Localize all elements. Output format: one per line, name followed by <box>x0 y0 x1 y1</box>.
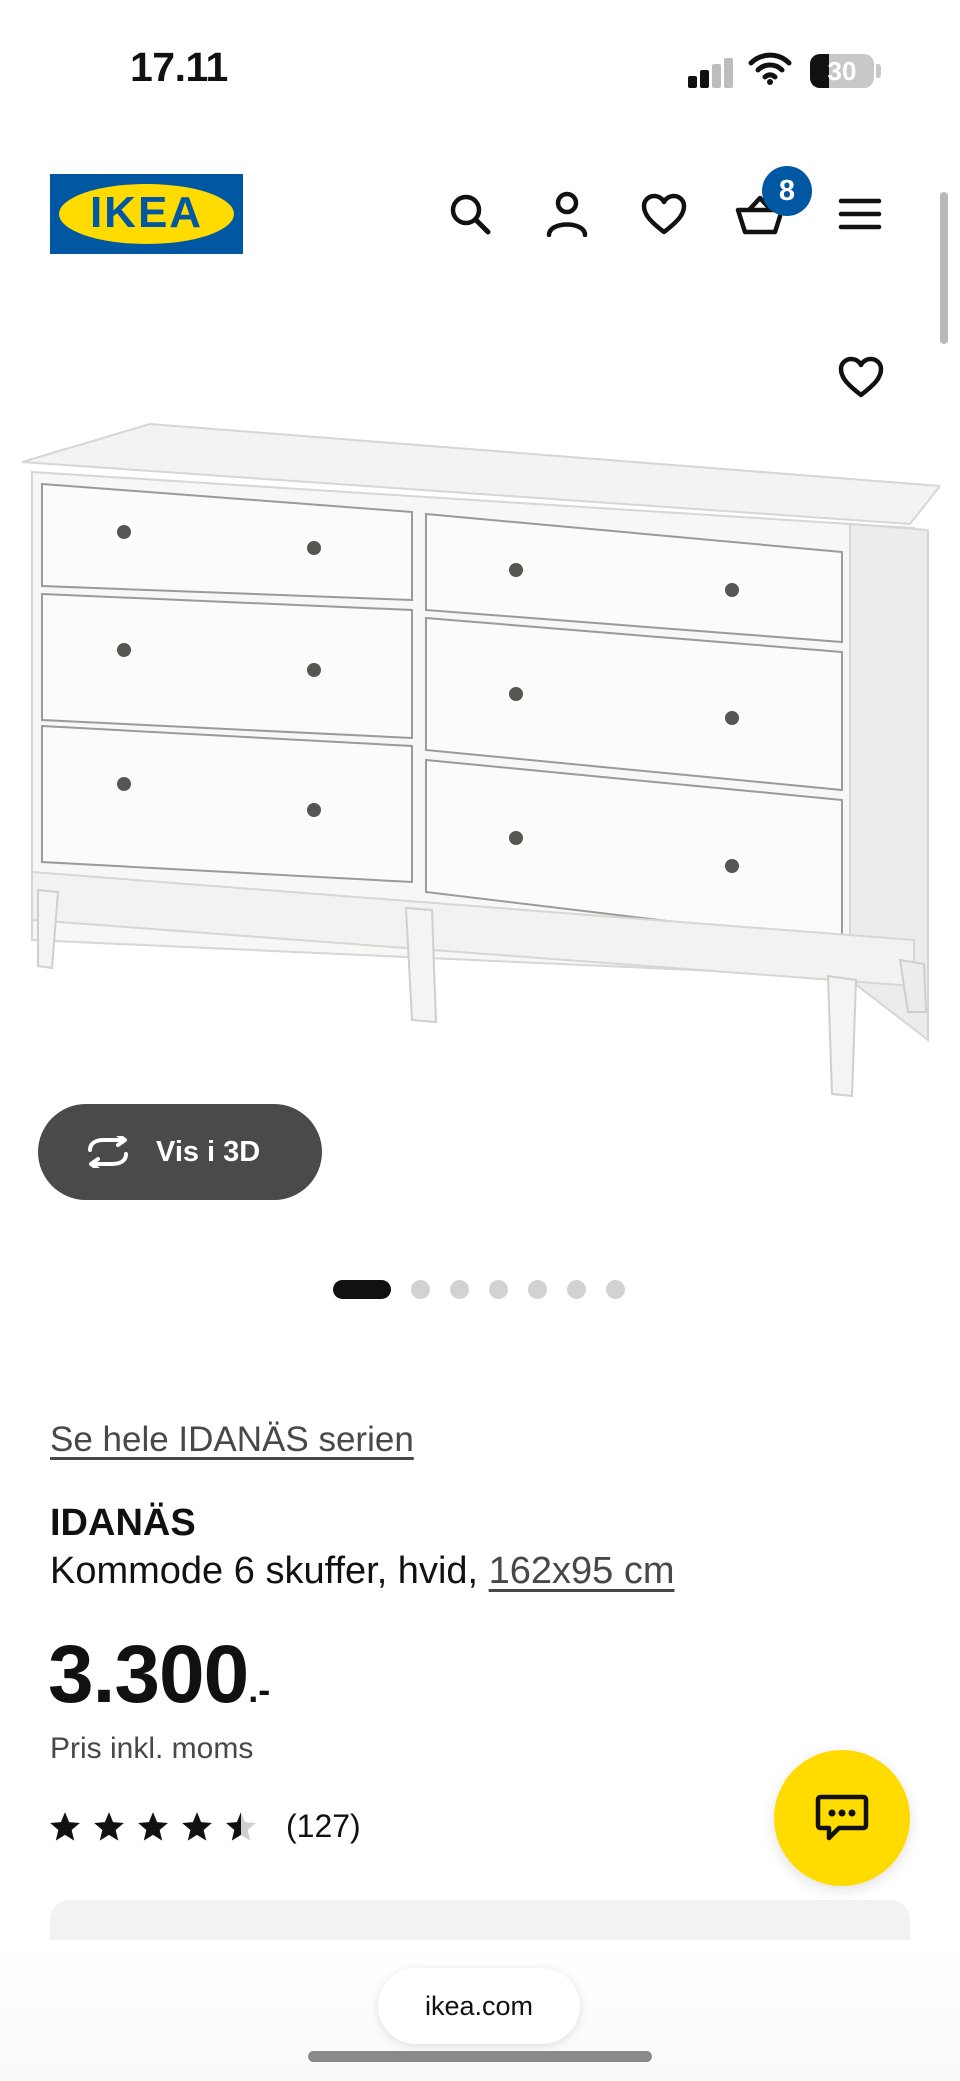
signal-icon <box>688 58 734 88</box>
menu-icon[interactable] <box>830 184 890 244</box>
status-time: 17.11 <box>130 44 228 90</box>
carousel-dot[interactable] <box>489 1280 508 1299</box>
search-icon[interactable] <box>440 184 500 244</box>
view-in-3d-label: Vis i 3D <box>156 1135 261 1168</box>
price-amount: 3.300 <box>48 1629 249 1720</box>
price-suffix: .- <box>248 1669 271 1710</box>
carousel-dot-active[interactable] <box>333 1280 391 1299</box>
ikea-logo[interactable]: IKEA <box>50 174 243 254</box>
battery-level: 30 <box>827 56 857 86</box>
wishlist-heart-icon[interactable] <box>830 346 892 408</box>
star-icon <box>138 1811 168 1841</box>
carousel-dot[interactable] <box>450 1280 469 1299</box>
account-icon[interactable] <box>537 184 597 244</box>
view-in-3d-button[interactable]: Vis i 3D <box>38 1104 322 1200</box>
product-dimensions-link[interactable]: 162x95 cm <box>489 1550 675 1592</box>
review-count[interactable]: (127) <box>286 1808 361 1845</box>
cart-count-badge: 8 <box>762 166 812 216</box>
carousel-dot[interactable] <box>528 1280 547 1299</box>
url-bar[interactable]: ikea.com <box>378 1968 580 2044</box>
product-description-text: Kommode 6 skuffer, hvid, <box>50 1550 479 1592</box>
star-icon <box>50 1811 80 1841</box>
product-page: 17.11 30 IKEA 8 Vis i 3D Se hele IDANÄS … <box>0 0 960 2081</box>
star-icon <box>182 1811 212 1841</box>
carousel-dot[interactable] <box>411 1280 430 1299</box>
product-name: IDANÄS <box>50 1502 196 1544</box>
carousel-dot[interactable] <box>567 1280 586 1299</box>
half-star-icon <box>226 1811 256 1841</box>
image-carousel-dots <box>333 1280 645 1299</box>
battery-icon: 30 <box>810 54 874 88</box>
product-price: 3.300.- <box>48 1628 270 1722</box>
star-icon <box>94 1811 124 1841</box>
logo-text: IKEA <box>89 188 204 237</box>
heart-icon[interactable] <box>634 184 694 244</box>
home-indicator[interactable] <box>308 2051 652 2062</box>
product-image[interactable] <box>20 420 940 1100</box>
series-link[interactable]: Se hele IDANÄS serien <box>50 1420 414 1460</box>
page-scrollbar[interactable] <box>940 192 948 344</box>
wifi-icon <box>748 52 792 85</box>
rotate-3d-icon <box>88 1136 128 1168</box>
chat-button[interactable] <box>774 1750 910 1886</box>
carousel-dot[interactable] <box>606 1280 625 1299</box>
chat-icon <box>815 1794 869 1841</box>
price-note: Pris inkl. moms <box>50 1732 254 1765</box>
rating-summary[interactable]: (127) <box>48 1808 361 1845</box>
battery-tip <box>876 64 881 78</box>
product-description: Kommode 6 skuffer, hvid, 162x95 cm <box>50 1550 675 1593</box>
